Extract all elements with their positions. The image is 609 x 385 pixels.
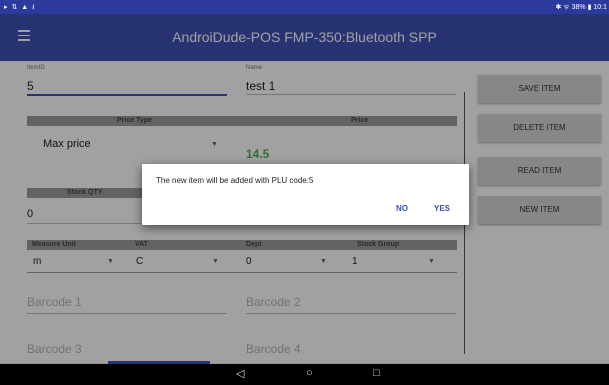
home-icon[interactable]: ○ (306, 367, 313, 379)
recents-icon[interactable]: □ (373, 367, 380, 379)
status-icons-right: ✱ ᯤ 38% ▮ 10:1 (555, 4, 607, 11)
status-icons-left: ▸ ⇅ ▲ ⭳ (4, 4, 36, 11)
confirm-dialog: The new item will be added with PLU code… (142, 164, 469, 225)
system-nav-bar: ◁ ○ □ (0, 364, 609, 385)
status-bar: ▸ ⇅ ▲ ⭳ ✱ ᯤ 38% ▮ 10:1 (0, 0, 609, 14)
back-icon[interactable]: ◁ (236, 367, 244, 380)
yes-button[interactable]: YES (434, 204, 450, 213)
dialog-message: The new item will be added with PLU code… (156, 176, 314, 185)
no-button[interactable]: NO (396, 204, 408, 213)
